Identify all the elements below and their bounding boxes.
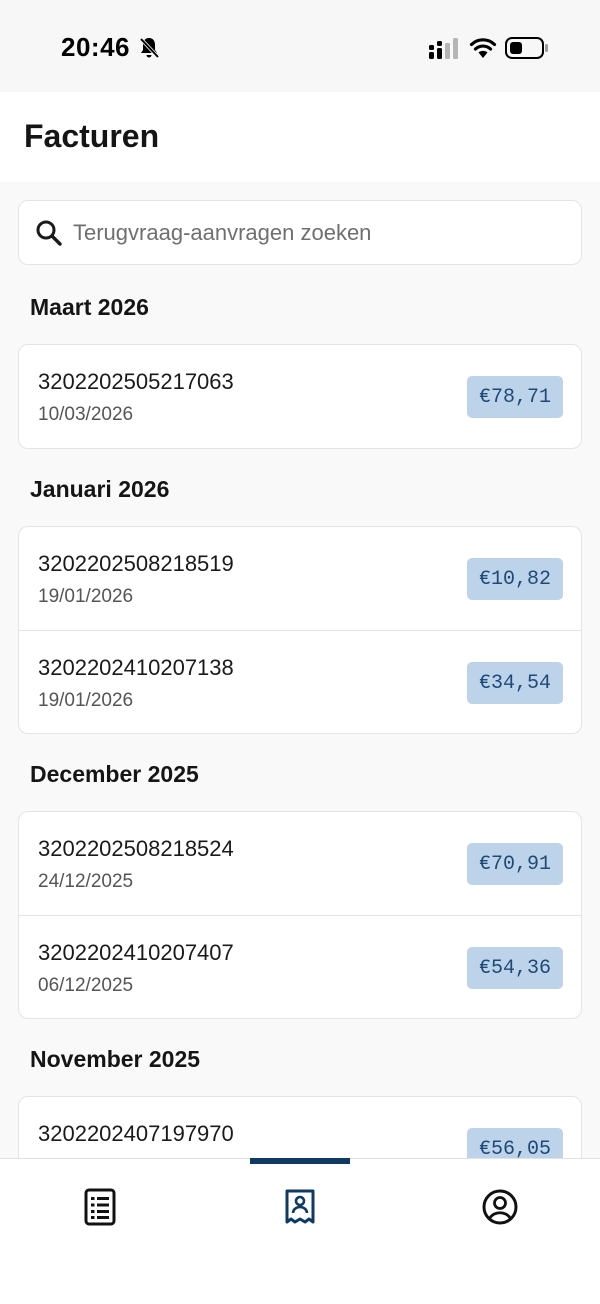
invoice-row[interactable]: 3202202508218524 24/12/2025 €70,91: [19, 812, 581, 915]
amount-badge: €54,36: [466, 947, 563, 989]
bottom-nav: [0, 1158, 600, 1304]
invoice-card: 3202202505217063 10/03/2026 €78,71: [18, 344, 582, 449]
amount-badge: €70,91: [466, 843, 563, 885]
search-box[interactable]: [18, 200, 582, 265]
status-time: 20:46: [61, 32, 130, 62]
invoice-date: 10/03/2026: [38, 404, 134, 425]
invoice-card: 3202202508218524 24/12/2025 €70,91 32022…: [18, 811, 582, 1019]
amount-badge: €10,82: [466, 558, 563, 600]
invoice-number: 3202202410207138: [38, 655, 234, 680]
invoice-row[interactable]: 3202202508218519 19/01/2026 €10,82: [19, 527, 581, 630]
invoice-row[interactable]: 3202202505217063 10/03/2026 €78,71: [19, 345, 581, 448]
profile-icon: [482, 1189, 518, 1225]
month-heading: December 2025: [30, 761, 199, 787]
invoice-date: 24/12/2025: [38, 871, 134, 892]
search-icon: [36, 220, 62, 246]
wifi-icon: [469, 38, 497, 58]
month-heading: Maart 2026: [30, 294, 149, 320]
amount-badge: €34,54: [466, 662, 563, 704]
battery-icon: [505, 37, 548, 59]
invoice-card: 3202202508218519 19/01/2026 €10,82 32022…: [18, 526, 582, 734]
page-title: Facturen: [24, 118, 160, 154]
screen: 20:46 Facturen Terugvraag-aanvragen zoek…: [0, 0, 600, 1304]
amount-badge: €78,71: [466, 376, 563, 418]
invoice-date: 19/01/2026: [38, 690, 134, 711]
invoice-number: 3202202505217063: [38, 369, 234, 394]
month-heading: Januari 2026: [30, 476, 170, 502]
invoice-row[interactable]: 3202202410207407 06/12/2025 €54,36: [19, 915, 581, 1018]
invoice-number: 3202202508218524: [38, 836, 234, 861]
bell-slash-icon: [139, 37, 160, 59]
signal-icon: [429, 38, 458, 59]
nav-tab-invoices[interactable]: [250, 1179, 350, 1235]
invoice-date: 06/12/2025: [38, 975, 134, 996]
invoice-number: 3202202508218519: [38, 551, 234, 576]
search-input[interactable]: [73, 201, 563, 264]
nav-tab-profile[interactable]: [450, 1179, 550, 1235]
app-header: Facturen: [0, 92, 600, 182]
receipt-icon: [285, 1189, 315, 1224]
invoice-date: 19/01/2026: [38, 586, 134, 607]
invoice-row[interactable]: 3202202410207138 19/01/2026 €34,54: [19, 630, 581, 733]
list-document-icon: [84, 1188, 116, 1226]
status-bar: 20:46: [0, 0, 600, 92]
month-heading: November 2025: [30, 1046, 201, 1072]
nav-tab-list[interactable]: [50, 1179, 150, 1235]
invoice-number: 3202202410207407: [38, 940, 234, 965]
invoice-number: 3202202407197970: [38, 1121, 234, 1146]
nav-active-indicator: [250, 1158, 350, 1164]
